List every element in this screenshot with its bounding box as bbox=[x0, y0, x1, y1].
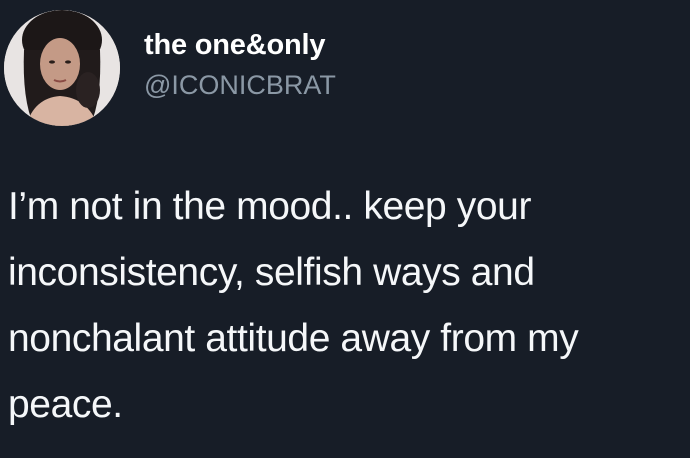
tweet-card: the one&only @ICONICBRAT I’m not in the … bbox=[0, 0, 690, 458]
author-info: the one&only @ICONICBRAT bbox=[144, 28, 336, 102]
author-handle[interactable]: @ICONICBRAT bbox=[144, 68, 336, 102]
avatar-photo bbox=[4, 10, 120, 126]
tweet-header: the one&only @ICONICBRAT bbox=[4, 10, 336, 126]
author-display-name[interactable]: the one&only bbox=[144, 28, 336, 62]
tweet-text: I’m not in the mood.. keep your inconsis… bbox=[8, 185, 579, 426]
avatar[interactable] bbox=[4, 10, 120, 126]
